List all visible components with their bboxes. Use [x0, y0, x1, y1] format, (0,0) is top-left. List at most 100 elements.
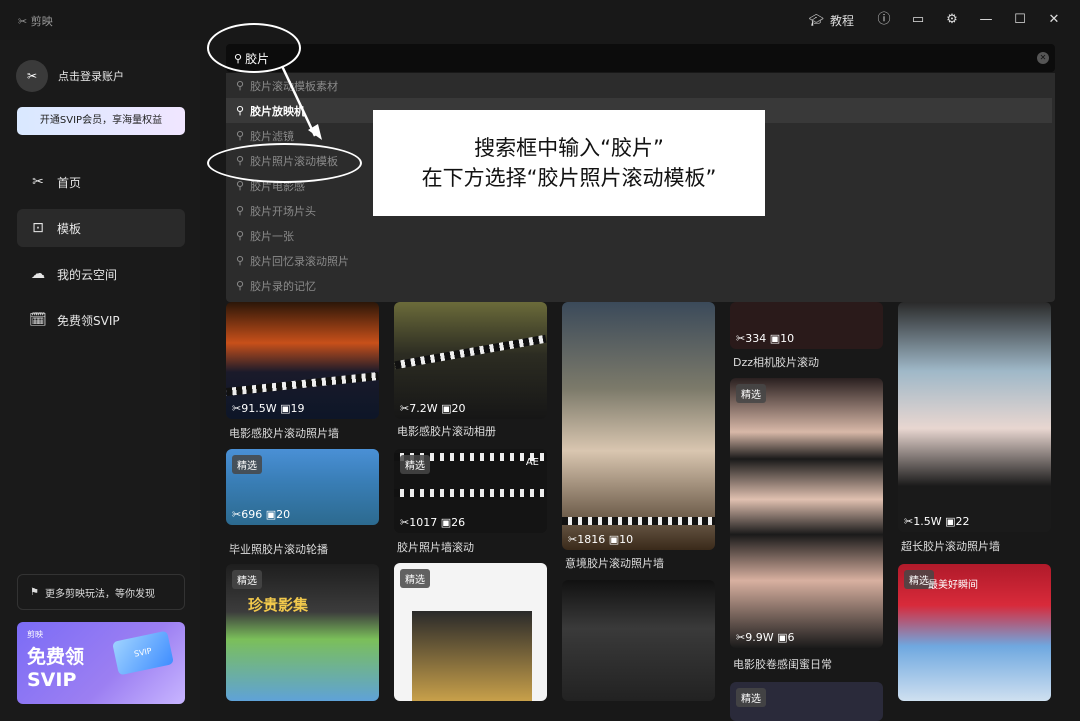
- tutorial-label: 教程: [829, 13, 854, 28]
- suggestion-item[interactable]: ⚲ 胶片回忆录滚动照片: [226, 248, 1055, 273]
- template-title: 电影感胶片滚动照片墙: [229, 427, 339, 440]
- tutorial-button[interactable]: 🎓︎ 教程: [809, 12, 854, 29]
- template-card[interactable]: 精选 珍贵影集: [226, 564, 379, 701]
- template-card[interactable]: 精选: [394, 563, 547, 701]
- use-count: 91.5W: [241, 402, 277, 415]
- search-icon: ⚲: [236, 204, 245, 217]
- template-card[interactable]: 精选 最美好瞬间: [898, 564, 1051, 701]
- clip-count: 22: [955, 515, 970, 528]
- template-stats: ✂696 ▣20: [232, 508, 291, 521]
- graduation-cap-icon: 🎓︎: [808, 13, 824, 27]
- filmstrip-graphic: [394, 489, 547, 497]
- template-card[interactable]: 精选 AE ✂1017 ▣26: [394, 449, 547, 533]
- template-card[interactable]: ✂7.2W ▣20: [394, 302, 547, 419]
- template-icon: ⊡: [32, 220, 44, 236]
- clip-count: 26: [451, 516, 466, 529]
- search-icon: ⚲: [236, 104, 245, 117]
- use-count: 696: [241, 508, 263, 521]
- template-card[interactable]: 精选: [730, 682, 883, 721]
- sidebar-item-template[interactable]: ⊡ 模板: [17, 209, 185, 247]
- minimize-icon[interactable]: —: [976, 10, 996, 30]
- settings-icon[interactable]: ⚙: [942, 10, 962, 30]
- featured-badge: 精选: [400, 455, 430, 474]
- tile-overlay-text: 最美好瞬间: [928, 580, 978, 591]
- filmstrip-graphic: [394, 334, 547, 370]
- template-card[interactable]: ✂91.5W ▣19: [226, 302, 379, 419]
- sidebar-item-cloud[interactable]: ☁ 我的云空间: [17, 255, 185, 293]
- template-grid: ✂91.5W ▣19 电影感胶片滚动照片墙 精选 ✂696 ▣20 毕业照胶片滚…: [226, 302, 1080, 721]
- template-stats: ✂91.5W ▣19: [232, 402, 305, 415]
- template-stats: ✂9.9W ▣6: [736, 631, 795, 644]
- help-icon[interactable]: ⓘ: [874, 10, 894, 30]
- clip-count: 20: [276, 508, 291, 521]
- search-icon: ⚲: [236, 279, 245, 292]
- avatar: ✂: [16, 60, 48, 92]
- search-input[interactable]: ⚲ 胶片 ✕: [226, 44, 1055, 72]
- more-features-label: 更多剪映玩法，等你发现: [44, 588, 155, 600]
- sidebar-item-free-svip[interactable]: 🗓︎ 免费领SVIP: [17, 301, 185, 339]
- promo-brand: 剪映: [27, 630, 43, 639]
- close-icon[interactable]: ✕: [1044, 10, 1064, 30]
- featured-badge: 精选: [232, 455, 262, 474]
- open-svip-button[interactable]: 开通SVIP会员，享海量权益: [17, 107, 185, 135]
- tile-overlay-text: AE: [525, 457, 539, 468]
- suggestion-item[interactable]: ⚲ 胶片录的记忆: [226, 273, 1055, 298]
- filmstrip-graphic: [226, 372, 379, 396]
- sidebar-item-home[interactable]: ✂ 首页: [17, 163, 185, 201]
- featured-badge: 精选: [232, 570, 262, 589]
- clip-count: 19: [290, 402, 305, 415]
- featured-badge: 精选: [736, 384, 766, 403]
- template-card[interactable]: [562, 580, 715, 701]
- template-card[interactable]: ✂1816 ▣10: [562, 302, 715, 550]
- gift-icon: 🗓︎: [29, 312, 47, 328]
- featured-badge: 精选: [400, 569, 430, 588]
- title-bar: ✂ 剪映 🎓︎ 教程 ⓘ ▭ ⚙ — ☐ ✕: [0, 0, 1080, 40]
- suggestion-label: 胶片一张: [250, 229, 295, 243]
- search-icon: ⚲: [236, 79, 245, 92]
- free-svip-banner[interactable]: 剪映 免费领 SVIP SVIP: [17, 622, 185, 704]
- use-count: 9.9W: [745, 631, 774, 644]
- template-stats: ✂1816 ▣10: [568, 533, 634, 546]
- search-icon: ⚲: [236, 179, 245, 192]
- template-card[interactable]: ✂334 ▣10: [730, 302, 883, 349]
- template-card[interactable]: 精选 ✂9.9W ▣6: [730, 378, 883, 648]
- search-icon: ⚲: [236, 129, 245, 142]
- cloud-icon: ☁: [31, 266, 45, 282]
- template-card[interactable]: 精选 ✂696 ▣20: [226, 449, 379, 525]
- template-title: Dzz相机胶片滚动: [733, 356, 820, 369]
- template-title: 电影感胶片滚动相册: [397, 425, 496, 438]
- template-title: 电影胶卷感闺蜜日常: [733, 658, 832, 671]
- svip-card-image: SVIP: [112, 630, 174, 676]
- scissors-icon: ✂: [32, 174, 44, 190]
- clip-count: 10: [780, 332, 795, 345]
- suggestion-item[interactable]: ⚲ 胶片滚动模板素材: [226, 73, 1055, 98]
- login-account[interactable]: ✂ 点击登录账户: [16, 60, 124, 92]
- login-label: 点击登录账户: [58, 70, 124, 83]
- use-count: 1017: [409, 516, 438, 529]
- template-stats: ✂334 ▣10: [736, 332, 795, 345]
- suggestion-item[interactable]: ⚲ 胶片一张: [226, 223, 1055, 248]
- app-window: ✂ 剪映 🎓︎ 教程 ⓘ ▭ ⚙ — ☐ ✕ ✂ 点击登录账户 开通SVIP会员…: [0, 0, 1080, 721]
- suggestion-label: 胶片回忆录滚动照片: [250, 254, 350, 268]
- tile-overlay-text: 珍贵影集: [248, 596, 309, 614]
- maximize-icon[interactable]: ☐: [1010, 10, 1030, 30]
- app-logo: ✂ 剪映: [18, 15, 53, 28]
- suggestion-label: 胶片录的记忆: [250, 279, 317, 293]
- sidebar-item-label: 免费领SVIP: [57, 313, 120, 328]
- template-title: 胶片照片墙滚动: [397, 541, 474, 554]
- template-card[interactable]: ✂1.5W ▣22: [898, 302, 1051, 532]
- template-title: 毕业照胶片滚动轮播: [229, 543, 328, 556]
- callout-line-1: 搜索框中输入“胶片”: [474, 136, 664, 160]
- sidebar-item-label: 我的云空间: [57, 267, 118, 282]
- clip-count: 10: [619, 533, 634, 546]
- callout-line-2: 在下方选择“胶片照片滚动模板”: [421, 166, 717, 190]
- tile-image: [412, 611, 532, 701]
- app-name: 剪映: [30, 15, 53, 28]
- clear-search-icon[interactable]: ✕: [1037, 52, 1049, 64]
- feedback-icon[interactable]: ▭: [908, 10, 928, 30]
- promo-title: 免费领 SVIP: [27, 646, 85, 691]
- template-stats: ✂1017 ▣26: [400, 516, 466, 529]
- use-count: 1.5W: [913, 515, 942, 528]
- more-features-link[interactable]: ⚑ 更多剪映玩法，等你发现: [17, 574, 185, 610]
- sidebar-item-label: 首页: [57, 175, 82, 190]
